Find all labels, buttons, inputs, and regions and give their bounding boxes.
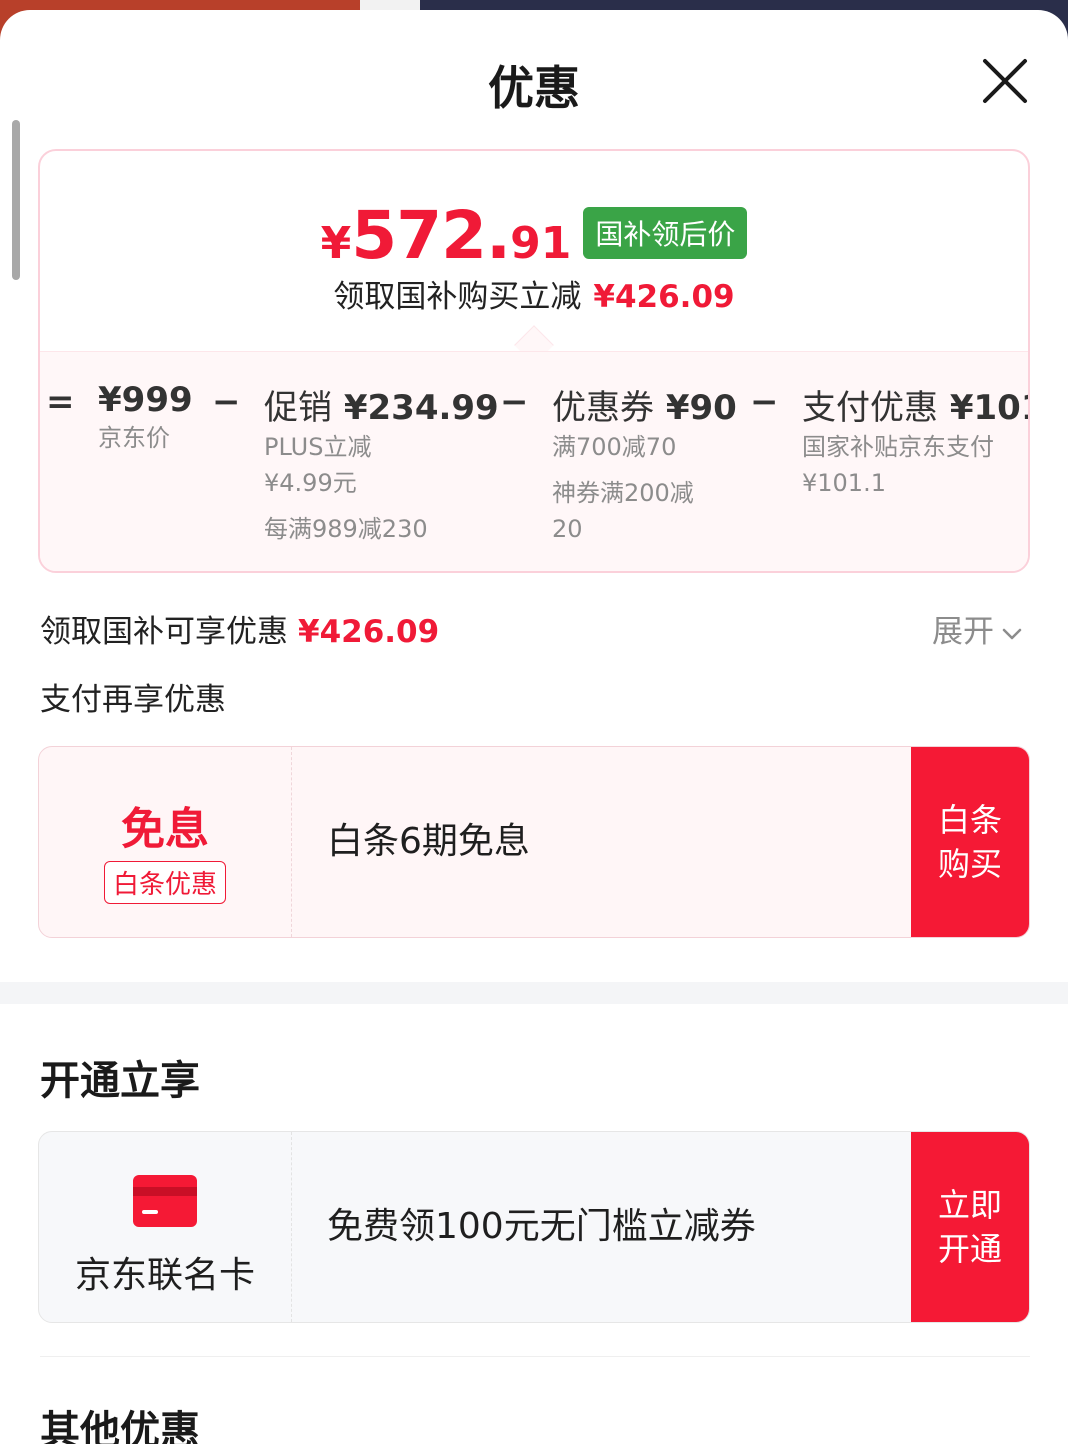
price-currency: ¥ [320, 218, 352, 269]
other-section-title: 其他优惠 [40, 1408, 200, 1444]
baitiao-offer-text: 白条6期免息 [327, 821, 530, 862]
pay-note: ¥101.1 [802, 469, 886, 497]
base-note: 京东价 [98, 424, 170, 452]
subsidy-label: 领取国补购买立减 [333, 279, 582, 315]
cobrand-offer-text: 免费领100元无门槛立减券 [327, 1206, 756, 1247]
baitiao-buy-label: 购买 [937, 845, 1002, 883]
discount-bottom-sheet: 优惠 ¥572.91 国补领后价 领取国补购买立减 ¥426.09 = ¥999 京… [0, 10, 1068, 1444]
section-divider [0, 982, 1068, 1004]
promo-note: 每满989减230 [264, 515, 428, 543]
price-breakdown: = ¥999 京东价 − 促销 ¥234.99 PLUS立减 ¥4.99元 每满… [40, 351, 1028, 571]
baitiao-offer-card[interactable]: 免息 白条优惠 白条6期免息 白条 购买 [38, 746, 1030, 938]
breakdown-promo: 促销 ¥234.99 PLUS立减 ¥4.99元 每满989减230 [264, 380, 499, 547]
subsidy-enjoy-row: 领取国补可享优惠 ¥426.09 [40, 606, 439, 651]
close-button[interactable] [978, 54, 1032, 108]
coupon-line: 优惠券 ¥90 [552, 380, 737, 429]
coupon-note: 20 [552, 515, 583, 543]
subsidy-amount: ¥426.09 [593, 279, 735, 315]
equals-sign: = [46, 382, 75, 422]
pay-line: 支付优惠 ¥101. [802, 380, 1028, 429]
close-icon [983, 59, 1027, 103]
promo-line: 促销 ¥234.99 [264, 380, 499, 429]
cobrand-card-area: 京东联名卡 [39, 1132, 292, 1322]
credit-card-icon [133, 1175, 197, 1227]
open-now-button[interactable]: 立即 开通 [911, 1132, 1029, 1322]
coupon-value: ¥90 [665, 388, 737, 428]
minus-sign: − [500, 382, 529, 422]
baitiao-tag: 白条优惠 [103, 861, 226, 904]
promo-value: ¥234.99 [343, 388, 499, 428]
sheet-title: 优惠 [488, 61, 580, 115]
promo-note: ¥4.99元 [264, 469, 357, 497]
baitiao-buy-label: 白条 [937, 801, 1002, 839]
open-now-label: 立即 [937, 1186, 1002, 1224]
breakdown-pay: 支付优惠 ¥101. 国家补贴京东支付 ¥101.1 [802, 380, 1028, 501]
coupon-label: 优惠券 [552, 388, 654, 428]
pay-section-title: 支付再享优惠 [40, 682, 226, 718]
minus-sign: − [750, 382, 779, 422]
pay-note: 国家补贴京东支付 [802, 433, 994, 461]
breakdown-base: ¥999 京东价 [98, 380, 193, 456]
pay-label: 支付优惠 [802, 388, 938, 428]
enjoy-label: 领取国补可享优惠 [40, 614, 288, 650]
expand-button[interactable]: 展开 [932, 606, 1024, 651]
expand-label: 展开 [932, 614, 994, 650]
cobrand-card-name: 京东联名卡 [74, 1255, 255, 1296]
baitiao-badge-area: 免息 白条优惠 [39, 747, 292, 937]
subsidy-line: 领取国补购买立减 ¥426.09 [40, 271, 1028, 316]
promo-note: PLUS立减 [264, 433, 372, 461]
scroll-indicator[interactable] [12, 120, 20, 280]
interest-free-badge: 免息 [121, 804, 209, 855]
chevron-down-icon [1002, 628, 1022, 639]
section-separator [40, 1356, 1030, 1357]
baitiao-buy-button[interactable]: 白条 购买 [911, 747, 1029, 937]
price-decimal: 91 [510, 218, 572, 269]
price-summary-card: ¥572.91 国补领后价 领取国补购买立减 ¥426.09 = ¥999 京东价 … [38, 149, 1030, 573]
coupon-note: 满700减70 [552, 433, 677, 461]
price-integer: 572. [351, 197, 511, 274]
base-price: ¥999 [98, 380, 193, 420]
promo-label: 促销 [264, 388, 332, 428]
price-tag-badge: 国补领后价 [583, 207, 748, 259]
coupon-note: 神券满200减 [552, 479, 694, 507]
open-section-title: 开通立享 [40, 1058, 200, 1104]
minus-sign: − [212, 382, 241, 422]
pay-value: ¥101. [949, 388, 1028, 428]
breakdown-coupon: 优惠券 ¥90 满700减70 神券满200减 20 [552, 380, 737, 547]
open-now-label: 开通 [937, 1230, 1002, 1268]
enjoy-amount: ¥426.09 [298, 614, 440, 650]
final-price: ¥572.91 国补领后价 [40, 197, 1028, 274]
cobrand-card-offer[interactable]: 京东联名卡 免费领100元无门槛立减券 立即 开通 [38, 1131, 1030, 1323]
